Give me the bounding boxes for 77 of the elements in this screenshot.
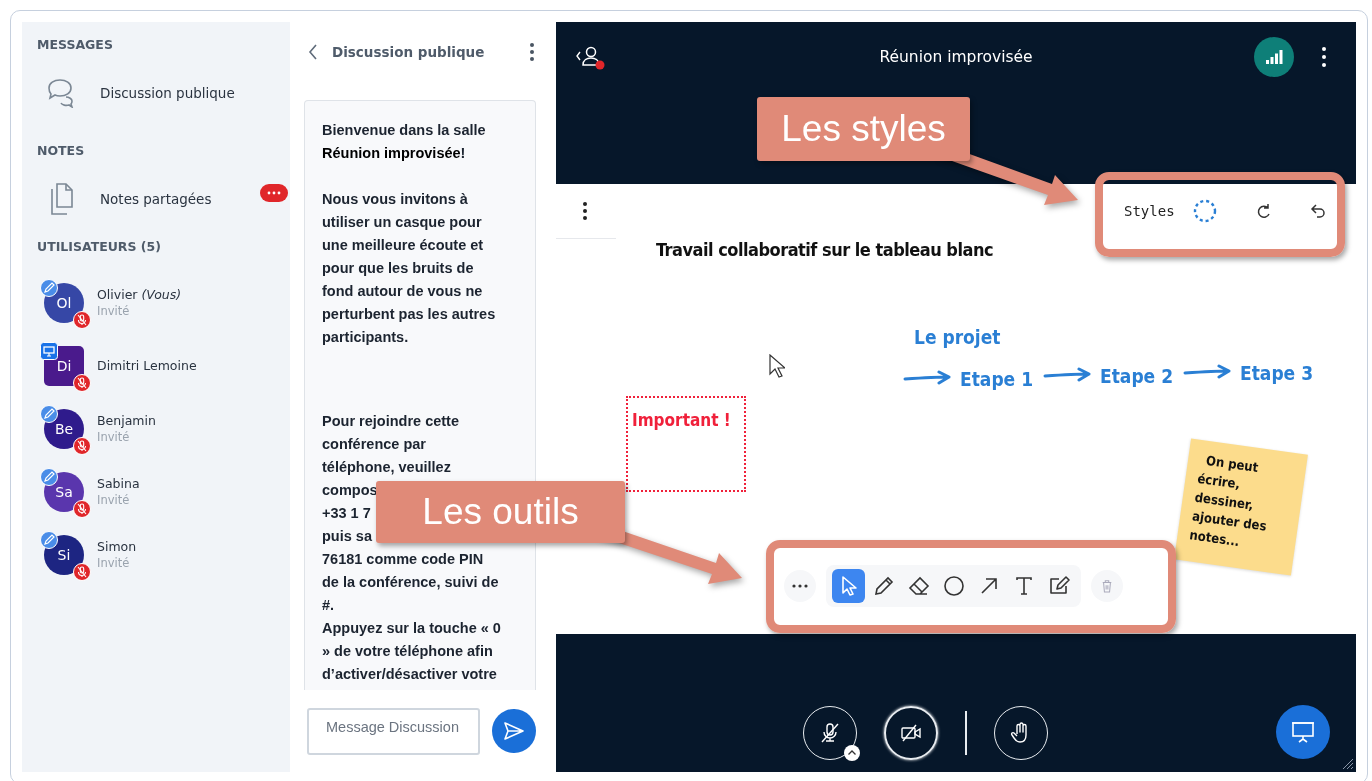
pencil-badge-icon (40, 530, 58, 549)
message-text: participants. (322, 329, 409, 346)
mouse-cursor-icon (769, 354, 785, 378)
pencil-badge-icon (40, 404, 58, 423)
callout-label: Les styles (757, 97, 970, 161)
presentation-badge-icon (40, 341, 58, 360)
user-name: Benjamin (97, 413, 156, 428)
presentation-button[interactable] (1276, 705, 1330, 759)
caret-icon[interactable] (844, 745, 860, 761)
redo-icon[interactable] (1255, 203, 1272, 219)
trash-icon (1101, 579, 1113, 593)
step-label: Etape 1 (960, 368, 1034, 390)
message-text: conférence par (322, 436, 426, 453)
meeting-title: Réunion improvisée (879, 48, 1033, 66)
styles-label[interactable]: Styles (1124, 203, 1175, 219)
message-text: une meilleure écoute et (322, 237, 484, 254)
send-icon (503, 721, 526, 741)
send-button[interactable] (492, 709, 536, 753)
user-name: Dimitri Lemoine (97, 358, 197, 373)
ellipsis-icon (792, 584, 808, 588)
dotted-circle-icon[interactable] (1193, 199, 1218, 223)
important-label: Important ! (632, 410, 731, 430)
message-text: de la conférence, suivi de (322, 574, 499, 591)
user-role: Invité (97, 430, 131, 444)
message-text: d’activer/désactiver votre (322, 666, 497, 683)
message-text: +33 1 7 (322, 505, 371, 522)
message-text: 76181 comme code PIN (322, 551, 484, 568)
section-heading: NOTES (37, 143, 86, 159)
user-name: Olivier (Vous) (97, 287, 182, 302)
message-text: #. (322, 597, 335, 614)
arrow-drawing (1043, 367, 1093, 383)
camera-button[interactable] (884, 706, 938, 760)
chat-title: Discussion publique (332, 44, 486, 60)
user-name: Sabina (97, 476, 140, 491)
handwritten-heading: Le projet (914, 326, 1001, 348)
more-options-icon (582, 202, 587, 220)
resize-handle-icon[interactable] (1340, 756, 1354, 770)
sidebar-item[interactable]: Discussion publique (37, 63, 290, 123)
arrow-drawing (903, 370, 953, 386)
message-text: » de votre téléphone afin (322, 643, 493, 660)
pencil-badge-icon (40, 278, 58, 297)
presentation-screen-icon (1290, 719, 1316, 745)
user-name: Simon (97, 539, 137, 554)
callout-label: Les outils (376, 481, 625, 543)
signal-bars-icon (1265, 49, 1283, 65)
pencil-badge-icon (40, 467, 58, 486)
note-text: notes... (1188, 527, 1242, 552)
user-role: Invité (97, 556, 131, 570)
user-role: Invité (97, 493, 131, 507)
back-icon[interactable] (308, 43, 318, 61)
message-text: Réunion improvisée! (322, 145, 466, 162)
message-text: utiliser un casque pour (322, 214, 482, 231)
message-text: compos (322, 482, 378, 499)
eraser-icon (906, 574, 931, 598)
undo-icon[interactable] (1310, 203, 1326, 219)
user-role: Invité (97, 304, 131, 318)
message-text: puis sa (322, 528, 372, 545)
sidebar-item[interactable]: Notes partagées (37, 169, 290, 229)
step-label: Etape 3 (1240, 362, 1314, 384)
message-text: Pour rejoindre cette (322, 413, 459, 430)
connection-status-button[interactable] (1254, 37, 1294, 77)
message-text: fond autour de vous ne (322, 283, 483, 300)
section-heading: UTILISATEURS (5) (37, 239, 162, 255)
step-label: Etape 2 (1100, 365, 1174, 387)
message-text: Nous vous invitons à (322, 191, 468, 208)
message-text: perturbent pas les autres (322, 306, 496, 323)
section-heading: MESSAGES (37, 37, 114, 53)
message-text: Bienvenue dans la salle (322, 122, 486, 139)
message-text: téléphone, veuillez (322, 459, 451, 476)
circle-icon (941, 574, 966, 598)
message-text: Appuyez sur la touche « 0 (322, 620, 501, 637)
message-input[interactable]: Message Discussion (307, 707, 481, 755)
whiteboard-title: Travail collaboratif sur le tableau blanc (656, 239, 994, 260)
more-options-icon[interactable] (530, 43, 534, 61)
arrow-drawing (1183, 364, 1233, 380)
message-text: pour que les bruits de (322, 260, 474, 277)
more-options-icon[interactable] (1322, 47, 1326, 67)
